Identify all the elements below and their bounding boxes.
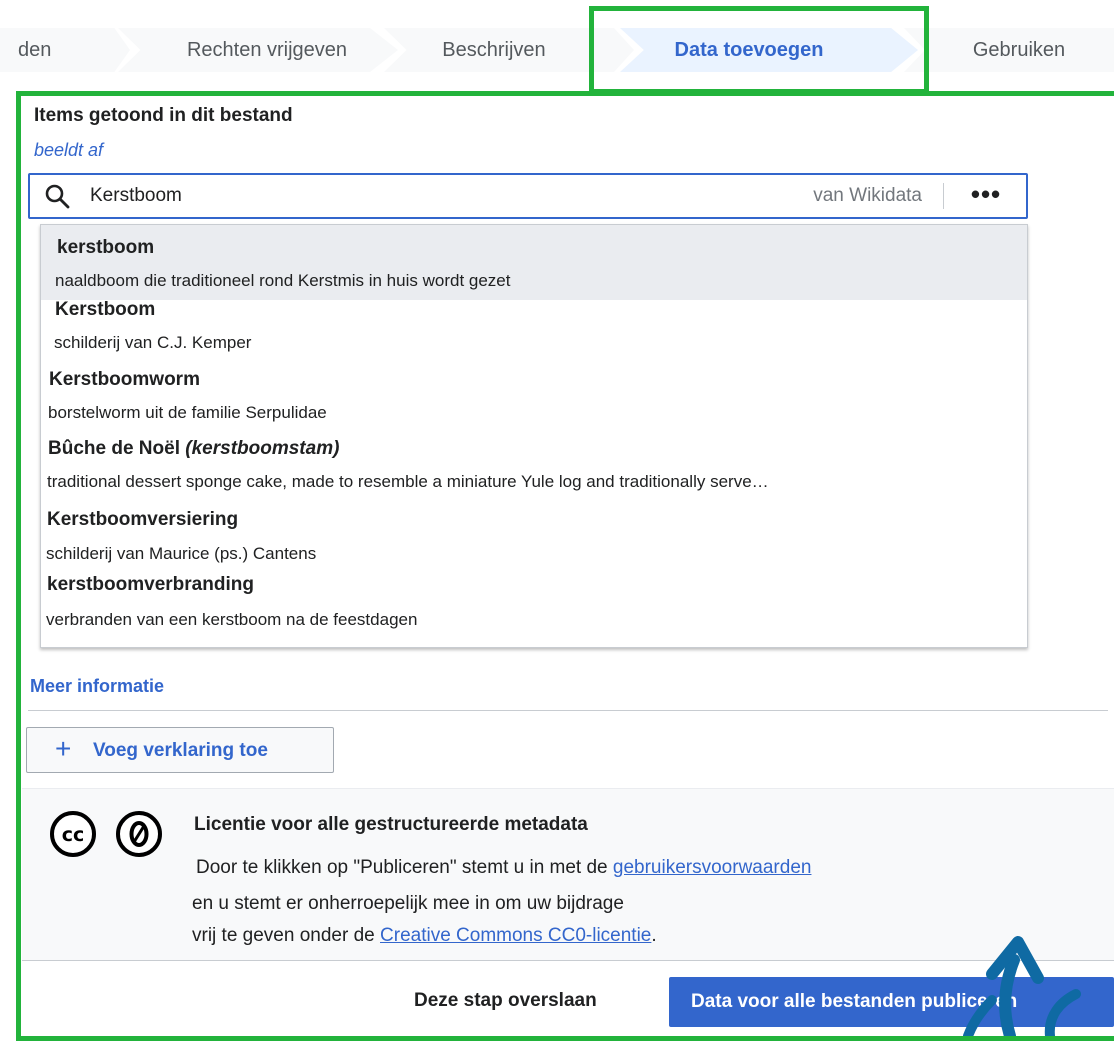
suggestion-label: Bûche de Noël [48,438,180,459]
license-text-line1: Door te klikken op "Publiceren" stemt u … [196,857,811,879]
license-text: . [651,925,657,946]
annotation-arrow-icon [963,936,1081,1036]
add-statement-button[interactable]: + Voeg verklaring toe [26,727,334,773]
suggestion-title: kerstboom [57,237,155,258]
suggestion-item[interactable]: kerstboom naaldboom die traditioneel ron… [41,225,1027,300]
suggestion-item[interactable]: kerstboomverbranding verbranden van een … [41,572,1027,647]
entity-search-box[interactable]: van Wikidata ••• [28,173,1028,219]
highlight-step-box [589,6,929,94]
suggestion-description: borstelworm uit de familie Serpulidae [48,403,327,422]
svg-text:cc: cc [62,824,85,846]
step-label: Gebruiken [972,39,1066,61]
step-release-rights: Rechten vrijgeven [118,28,398,72]
license-text-line2: en u stemt er onherroepelijk mee in om u… [192,893,624,914]
suggestion-title: Kerstboom [55,299,156,320]
suggestion-item[interactable]: Kerstboomworm borstelworm uit de familie… [41,360,1027,432]
suggestion-description: schilderij van C.J. Kemper [54,333,252,352]
skip-step-button[interactable]: Deze stap overslaan [414,990,597,1012]
suggestion-title: Kerstboomworm [49,369,200,390]
suggestion-title: kerstboomverbranding [47,574,254,595]
source-label: van Wikidata [813,185,922,206]
more-info-link[interactable]: Meer informatie [30,676,164,697]
suggestion-description: verbranden van een kerstboom na de feest… [46,610,418,629]
zero-icon [116,811,162,857]
license-text: Door te klikken op "Publiceren" stemt u … [196,857,613,878]
step-label: Beschrijven [442,39,546,61]
suggestion-description: naaldboom die traditioneel rond Kerstmis… [55,271,511,290]
step-label: Rechten vrijgeven [186,39,348,61]
suggestion-item[interactable]: Kerstboom schilderij van C.J. Kemper [41,299,1027,360]
section-title: Items getoond in dit bestand [34,105,293,126]
step-label: den [18,39,52,61]
suggestion-item[interactable]: Bûche de Noël (kerstboomstam) traditiona… [41,432,1027,502]
upload-steps: den Rechten vrijgeven Beschrijven Data t… [0,0,1114,100]
search-input[interactable] [90,181,710,211]
plus-icon: + [55,733,72,764]
add-statement-label: Voeg verklaring toe [93,740,268,761]
suggestion-description: traditional dessert sponge cake, made to… [47,472,769,491]
license-text: vrij te geven onder de [192,925,381,946]
property-label[interactable]: beeldt af [34,140,103,161]
suggestion-title: Bûche de Noël (kerstboomstam) [48,438,339,460]
step-use: Gebruiken [904,28,1114,72]
divider [943,183,944,209]
license-text-line3: vrij te geven onder de Creative Commons … [192,925,657,947]
suggestion-description: schilderij van Maurice (ps.) Cantens [46,544,317,563]
step-previous: den [0,28,130,72]
cc0-license-link[interactable]: Creative Commons CC0-licentie [380,925,651,946]
divider [28,710,1108,711]
suggestion-alias: (kerstboomstam) [185,438,340,459]
suggestions-dropdown: kerstboom naaldboom die traditioneel ron… [40,224,1028,648]
suggestion-item[interactable]: Kerstboomversiering schilderij van Mauri… [41,502,1027,572]
suggestion-title: Kerstboomversiering [47,509,239,530]
terms-link[interactable]: gebruikersvoorwaarden [613,857,812,878]
search-icon [45,184,70,209]
more-options-button[interactable]: ••• [946,175,1026,217]
license-title: Licentie voor alle gestructureerde metad… [194,814,588,835]
cc-icon: cc [50,811,96,857]
